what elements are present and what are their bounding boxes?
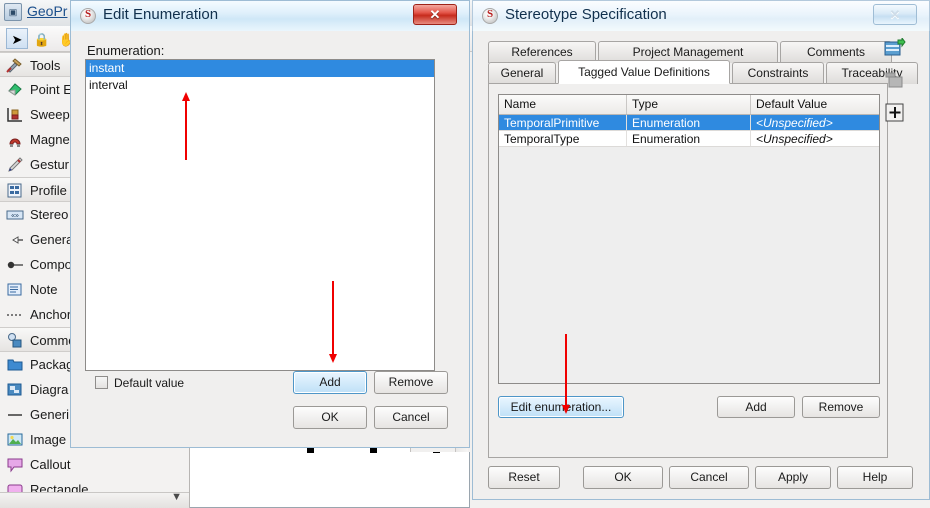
palette-item-label: Diagra (30, 382, 69, 397)
cell-default-value: <Unspecified> (756, 116, 833, 130)
column-header-default-value[interactable]: Default Value (751, 95, 879, 114)
reset-button[interactable]: Reset (488, 466, 560, 489)
close-icon[interactable]: ✕ (873, 4, 917, 25)
select-arrow-tool[interactable]: ➤ (6, 28, 28, 49)
anchor-dotted-icon (6, 306, 24, 323)
table-row[interactable]: TemporalType Enumeration <Unspecified> (499, 131, 879, 147)
palette-item-callout[interactable]: Callout (0, 452, 189, 477)
add-table-icon[interactable] (884, 36, 906, 60)
tools-hammer-icon (6, 57, 24, 74)
expand-plus-icon[interactable] (884, 102, 906, 124)
gesture-pen-icon (6, 156, 24, 173)
palette-item-label: Point E (30, 82, 72, 97)
apply-button[interactable]: Apply (755, 466, 831, 489)
image-icon (6, 431, 24, 448)
window-titlebar[interactable]: Stereotype Specification ✕ (472, 0, 930, 31)
diagram-icon (6, 381, 24, 398)
cancel-button[interactable]: Cancel (374, 406, 448, 429)
palette-item-label: Commo (30, 333, 76, 348)
common-icon (6, 332, 24, 349)
edit-enumeration-button[interactable]: Edit enumeration... (498, 396, 624, 418)
package-folder-icon (6, 356, 24, 373)
window-body: References Project Management Comments G… (472, 31, 930, 500)
stereotype-specification-window[interactable]: Stereotype Specification ✕ References Pr… (472, 0, 930, 500)
window-titlebar[interactable]: Edit Enumeration ✕ (70, 0, 470, 31)
tab-comments[interactable]: Comments (780, 41, 892, 63)
palette-item-label: Image (30, 432, 67, 447)
tab-general[interactable]: General (488, 62, 556, 84)
callout-icon (6, 456, 24, 473)
composition-icon (6, 256, 24, 273)
palette-item-label: Callout (30, 457, 71, 472)
enumeration-label: Enumeration: (87, 43, 165, 58)
default-value-checkbox[interactable] (95, 376, 108, 389)
palette-item-label: Packag (30, 357, 74, 372)
tagged-value-definitions-panel: Name Type Default Value TemporalPrimitiv… (488, 83, 888, 458)
palette-item-label: Genera (30, 232, 74, 247)
add-tagged-value-button[interactable]: Add (717, 396, 795, 418)
magicdraw-icon (482, 8, 498, 24)
palette-item-label: Stereo (30, 207, 69, 222)
palette-item-label: Compo (30, 257, 72, 272)
table-header-row: Name Type Default Value (499, 95, 879, 115)
window-title: Stereotype Specification (505, 6, 667, 23)
edit-enumeration-window[interactable]: Edit Enumeration ✕ Enumeration: instant … (70, 0, 470, 448)
cell-type: Enumeration (627, 131, 751, 146)
palette-item-label: Note (30, 282, 58, 297)
arrow-to-add-button (329, 281, 338, 363)
side-icon-strip (884, 36, 908, 134)
help-button[interactable]: Help (837, 466, 913, 489)
ok-button[interactable]: OK (293, 406, 367, 429)
arrow-to-enumeration-list (182, 92, 191, 160)
arrow-to-edit-enumeration-button (562, 334, 571, 414)
table-row[interactable]: TemporalPrimitive Enumeration <Unspecifi… (499, 115, 879, 131)
magicdraw-icon (80, 8, 96, 24)
svg-text:«»: «» (11, 213, 19, 220)
palette-item-label: Anchor (30, 307, 72, 322)
ok-button[interactable]: OK (583, 466, 663, 489)
generic-line-icon (6, 406, 24, 423)
palette-scroll-down[interactable] (0, 491, 189, 508)
column-header-name[interactable]: Name (499, 95, 627, 114)
column-header-type[interactable]: Type (627, 95, 751, 114)
cell-default-value: <Unspecified> (756, 132, 833, 146)
application-title: GeoPr (27, 3, 68, 19)
palette-item-label: Magne (30, 132, 70, 147)
window-body: Enumeration: instant interval Default va… (70, 31, 470, 448)
list-item[interactable]: instant (86, 60, 434, 77)
note-icon (6, 281, 24, 298)
window-title: Edit Enumeration (103, 6, 219, 23)
palette-item-label: Generi (30, 407, 70, 422)
remove-tagged-value-button[interactable]: Remove (802, 396, 880, 418)
sweep-brush-icon (6, 106, 24, 123)
gray-table-icon[interactable] (884, 70, 906, 92)
enumeration-listbox[interactable]: instant interval (85, 59, 435, 371)
stereotype-icon: «» (6, 206, 24, 223)
profile-icon (6, 182, 24, 199)
cell-type: Enumeration (627, 115, 751, 130)
palette-item-label: Gestur (30, 157, 70, 172)
default-value-label: Default value (114, 376, 185, 390)
palette-item-label: Tools (30, 58, 61, 73)
close-icon[interactable]: ✕ (413, 4, 457, 25)
cell-name: TemporalPrimitive (499, 115, 627, 130)
tab-constraints[interactable]: Constraints (732, 62, 824, 84)
add-button[interactable]: Add (293, 371, 367, 394)
cancel-button[interactable]: Cancel (669, 466, 749, 489)
profile-diagram-icon: ▣ (4, 3, 22, 21)
tagged-values-table[interactable]: Name Type Default Value TemporalPrimitiv… (498, 94, 880, 384)
point-eraser-icon (6, 81, 24, 98)
list-item[interactable]: interval (86, 77, 434, 94)
tab-tagged-value-definitions[interactable]: Tagged Value Definitions (558, 60, 730, 84)
remove-button[interactable]: Remove (374, 371, 448, 394)
lock-tool[interactable]: 🔒 (31, 28, 53, 49)
palette-item-label: Sweep (30, 107, 70, 122)
magnet-icon (6, 131, 24, 148)
palette-item-label: Profile (30, 183, 67, 198)
cell-name: TemporalType (499, 131, 627, 146)
generalization-icon (6, 231, 24, 248)
